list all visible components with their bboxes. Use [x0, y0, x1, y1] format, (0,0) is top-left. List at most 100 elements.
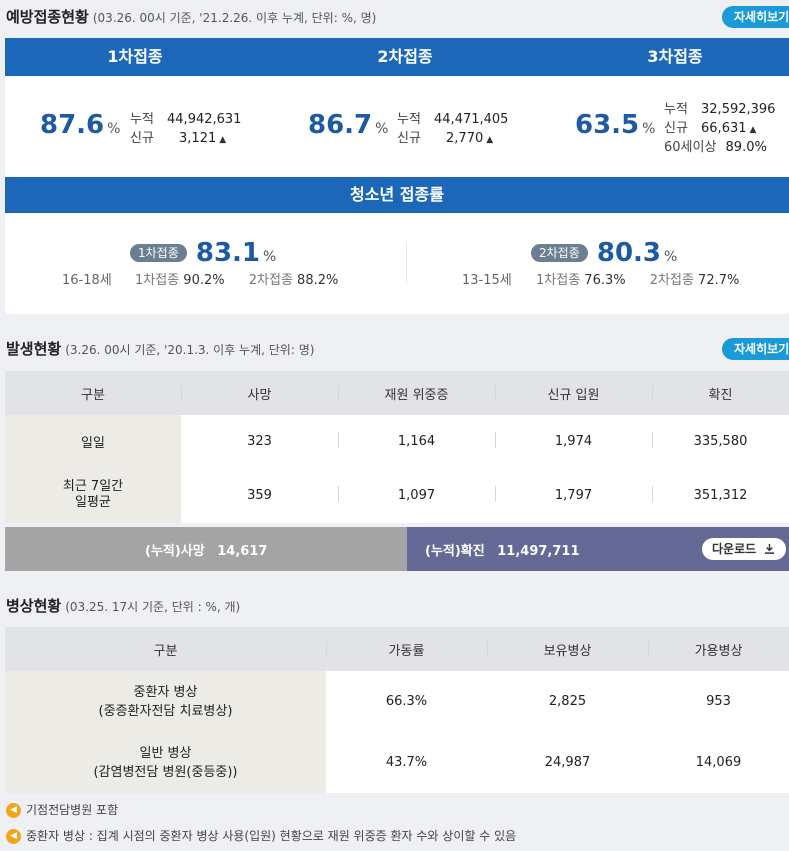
occurrence-col-confirmed: 확진: [652, 371, 789, 415]
speaker-icon: ◀: [6, 803, 21, 818]
youth-1-second-label: 2차접종: [248, 273, 293, 288]
beds-subtitle: (03.25. 17시 기준, 단위 : %, 개): [65, 600, 241, 614]
triangle-up-icon: ▲: [749, 125, 757, 135]
beds-cell: 66.3%: [326, 671, 487, 732]
dose-3-cumulative-value: 32,592,396: [701, 102, 776, 117]
occurrence-cell: 1,974: [495, 415, 652, 467]
note-1-text: 기점전담병원 포함: [26, 803, 119, 817]
beds-cell: 24,987: [487, 732, 648, 793]
divider: [648, 641, 649, 657]
dose-2-percent-value: 86.7: [308, 110, 373, 140]
cumulative-confirmed-value: 11,497,711: [497, 544, 580, 559]
beds-cell: 2,825: [487, 671, 648, 732]
dose-1-cumulative-value: 44,942,631: [167, 112, 242, 127]
dose-1-new-label: 신규: [130, 131, 154, 146]
dose-2-new-value: 2,770: [446, 131, 484, 146]
occurrence-cell: 335,580: [652, 415, 789, 467]
beds-title: 병상현황 (03.25. 17시 기준, 단위 : %, 개): [6, 595, 240, 616]
vaccination-more-button[interactable]: 자세히보기: [722, 6, 789, 28]
dose-1-cumulative: 누적 44,942,631: [130, 108, 241, 127]
dose-header-1: 1차접종: [107, 47, 163, 66]
occurrence-cell: 351,312: [652, 467, 789, 523]
occurrence-cell: 323: [181, 415, 338, 467]
dose-header-bar: 1차접종 2차접종 3차접종: [5, 38, 789, 76]
divider: [338, 486, 339, 502]
dose-3-percent-unit: %: [642, 121, 656, 137]
dose-header-3: 3차접종: [647, 47, 703, 66]
dose-2-cumulative: 누적 44,471,405: [397, 108, 508, 127]
dose-3-new-value: 66,631: [701, 121, 747, 136]
occurrence-more-button[interactable]: 자세히보기: [722, 338, 789, 360]
dose-1-new-value: 3,121: [179, 131, 217, 146]
youth-2-unit: %: [664, 249, 678, 265]
download-button[interactable]: 다운로드: [702, 538, 786, 560]
beds-title-text: 병상현황: [6, 597, 62, 615]
divider: [487, 641, 488, 657]
divider: [326, 641, 327, 657]
beds-header-row: 구분 가동률 보유병상 가용병상: [5, 627, 789, 671]
cumulative-death-value: 14,617: [217, 544, 268, 559]
youth-2-age: 13-15세: [462, 273, 512, 288]
divider: [652, 486, 653, 502]
divider: [495, 432, 496, 448]
youth-header-bar: 청소년 접종률: [5, 177, 789, 213]
dose-2-cumulative-label: 누적: [397, 112, 421, 127]
beds-cell: 14,069: [648, 732, 789, 793]
divider: [338, 432, 339, 448]
occurrence-col-death: 사망: [181, 371, 338, 415]
occurrence-cell: 359: [181, 467, 338, 523]
occurrence-cell: 1,164: [338, 415, 495, 467]
occurrence-col-admission: 신규 입원: [495, 371, 652, 415]
youth-1-unit: %: [263, 249, 277, 265]
dose-3-extra-label: 60세이상: [664, 140, 717, 155]
youth-divider: [406, 243, 407, 283]
triangle-up-icon: ▲: [486, 135, 494, 145]
youth-1-age: 16-18세: [62, 273, 112, 288]
occurrence-title: 발생현황 (3.26. 00시 기준, '20.1.3. 이후 누계, 단위: 명…: [6, 338, 314, 359]
dose-3-cumulative: 누적 32,592,396: [664, 98, 775, 117]
triangle-up-icon: ▲: [219, 135, 227, 145]
beds-row-icu-label: 중환자 병상 (중증환자전담 치료병상): [5, 671, 326, 732]
occurrence-header-row: 구분 사망 재원 위중증 신규 입원 확진: [5, 371, 789, 415]
speaker-icon: ◀: [6, 829, 21, 844]
divider: [181, 385, 182, 401]
table-row: 일일 323 1,164 1,974 335,580: [5, 415, 789, 467]
youth-2-first-value: 76.3%: [584, 273, 626, 288]
vaccination-title: 예방접종현황 (03.26. 00시 기준, '21.2.26. 이후 누계, 단…: [6, 6, 376, 27]
youth-1-first-value: 90.2%: [183, 273, 225, 288]
youth-1-pill: 1차접종: [130, 244, 187, 262]
youth-1-headline: 1차접종 83.1%: [130, 238, 276, 268]
occurrence-cell: 1,797: [495, 467, 652, 523]
youth-2-detail: 1차접종 76.3% 2차접종 72.7%: [536, 269, 739, 288]
dose-1-cumulative-label: 누적: [130, 112, 154, 127]
youth-2-first-label: 1차접종: [536, 273, 581, 288]
vaccination-title-text: 예방접종현황: [6, 8, 89, 26]
divider: [652, 432, 653, 448]
dose-3-new-label: 신규: [664, 121, 688, 136]
beds-col-available: 가용병상: [648, 627, 789, 671]
dose-1-percent-value: 87.6: [40, 110, 105, 140]
table-row: 최근 7일간 일평균 359 1,097 1,797 351,312: [5, 467, 789, 523]
cumulative-death-bar: (누적)사망 14,617: [5, 527, 407, 571]
cumulative-confirmed-label: (누적)확진: [425, 544, 485, 559]
occurrence-col-severe: 재원 위중증: [338, 371, 495, 415]
youth-2-second-value: 72.7%: [698, 273, 740, 288]
dose-header-2: 2차접종: [377, 47, 433, 66]
dose-3-percent: 63.5%: [575, 110, 655, 140]
occurrence-subtitle: (3.26. 00시 기준, '20.1.3. 이후 누계, 단위: 명): [65, 343, 315, 357]
beds-row-general-label: 일반 병상 (감염병전담 병원(중등중)): [5, 732, 326, 793]
table-row: 중환자 병상 (중증환자전담 치료병상) 66.3% 2,825 953: [5, 671, 789, 732]
dose-1-new: 신규 3,121 ▲: [130, 127, 226, 146]
dose-2-percent: 86.7%: [308, 110, 388, 140]
beds-cell: 43.7%: [326, 732, 487, 793]
dose-3-new: 신규 66,631 ▲: [664, 117, 756, 136]
dose-3-cumulative-label: 누적: [664, 102, 688, 117]
note-2: ◀ 중환자 병상 : 집계 시점의 중환자 병상 사용(입원) 현황으로 재원 위…: [6, 827, 516, 844]
beds-cell: 953: [648, 671, 789, 732]
occurrence-row-weekly-label: 최근 7일간 일평균: [5, 467, 181, 523]
divider: [495, 385, 496, 401]
occurrence-row-daily-label: 일일: [5, 415, 181, 467]
occurrence-title-text: 발생현황: [6, 340, 62, 358]
beds-col-occupancy: 가동률: [326, 627, 487, 671]
cumulative-death-label: (누적)사망: [145, 544, 205, 559]
